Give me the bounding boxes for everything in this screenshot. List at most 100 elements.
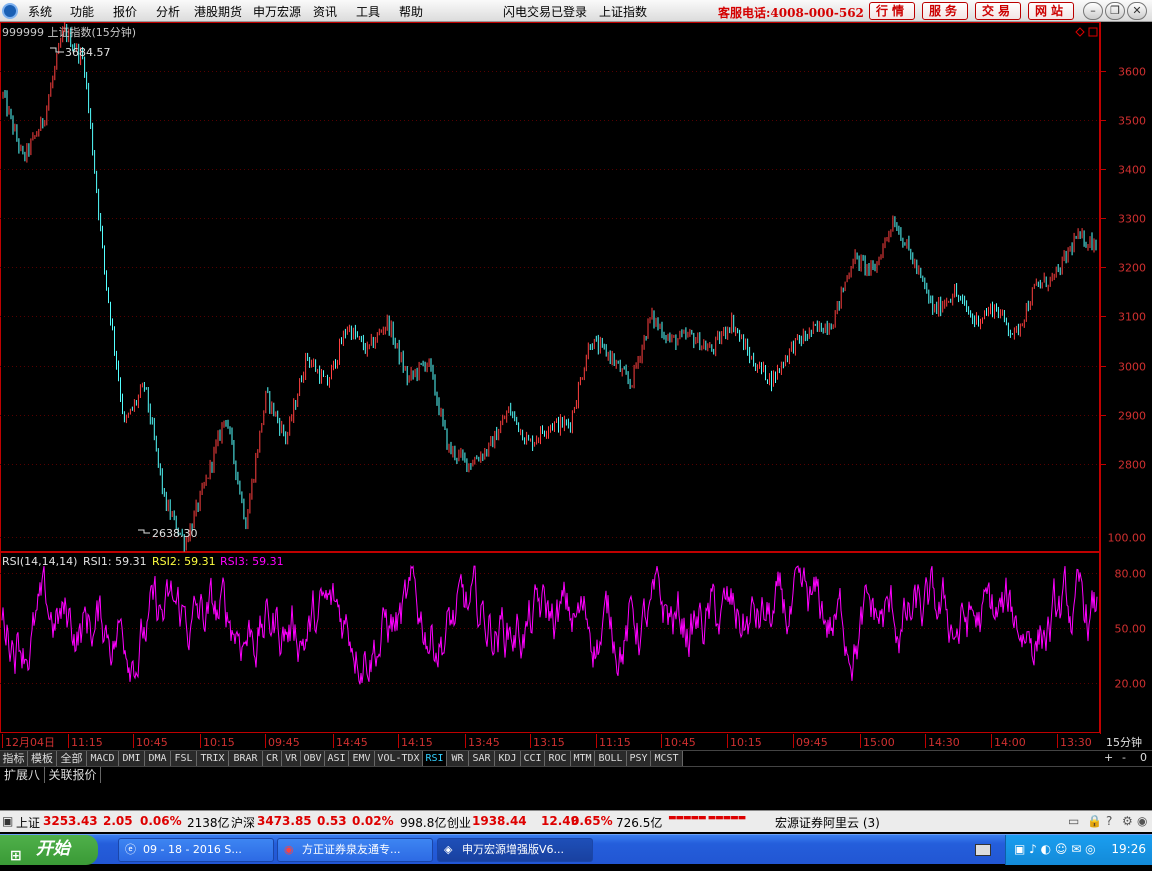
indicator-tab-vr[interactable]: VR <box>282 751 301 767</box>
indicator-tab-mcst[interactable]: MCST <box>651 751 683 767</box>
time-tick-label: 13:30 <box>1060 736 1092 749</box>
start-label: 开始 <box>36 839 70 859</box>
time-tick-label: 10:15 <box>730 736 762 749</box>
time-tick-label: 10:15 <box>203 736 235 749</box>
time-tick-label: 14:30 <box>928 736 960 749</box>
start-button[interactable]: ⊞ 开始 <box>0 835 98 865</box>
time-tick-label: 15:00 <box>863 736 895 749</box>
rsi-tick-label: 20.00 <box>1115 678 1147 691</box>
hs-value: 3473.85 <box>257 814 312 828</box>
indicator-tab-vol-tdx[interactable]: VOL-TDX <box>375 751 423 767</box>
indicator-tab-emv[interactable]: EMV <box>349 751 375 767</box>
hs-amount: 998.8亿 <box>400 816 447 830</box>
indicator-tab-cci[interactable]: CCI <box>521 751 545 767</box>
time-tick-label: 10:45 <box>136 736 168 749</box>
price-tick-label: 3100 <box>1118 311 1146 324</box>
indicator-tab-wr[interactable]: WR <box>447 751 469 767</box>
ticker-menu-icon[interactable]: ▣ <box>2 814 13 828</box>
indicator-tab-trix[interactable]: TRIX <box>197 751 229 767</box>
menu-item-tools[interactable]: 工具 <box>356 3 380 20</box>
close-icon[interactable]: ✕ <box>1127 2 1147 20</box>
time-tick-label: 09:45 <box>268 736 300 749</box>
indicator-tab-dma[interactable]: DMA <box>145 751 171 767</box>
minimize-icon[interactable]: – <box>1083 2 1103 20</box>
tab-related-quotes[interactable]: 关联报价 <box>45 767 101 784</box>
menu-item-swhy[interactable]: 申万宏源 <box>253 3 301 20</box>
sh-value: 3253.43 <box>43 814 98 828</box>
price-tick-label: 3300 <box>1118 213 1146 226</box>
menu-item-quote[interactable]: 报价 <box>113 3 137 20</box>
price-tick-label: 3600 <box>1118 66 1146 79</box>
indicator-tab-psy[interactable]: PSY <box>627 751 651 767</box>
ie-icon: ⓔ <box>125 843 136 856</box>
hs-percent: 0.02% <box>352 814 394 828</box>
time-tick-label: 14:15 <box>401 736 433 749</box>
user-icon[interactable]: ◉ <box>1137 814 1147 828</box>
indicator-tab-全部[interactable]: 全部 <box>57 751 87 767</box>
indicator-tab-kdj[interactable]: KDJ <box>495 751 521 767</box>
indicator-tab-boll[interactable]: BOLL <box>595 751 627 767</box>
zoom-in-button[interactable]: + <box>1104 751 1113 764</box>
service-button[interactable]: 服务 <box>922 2 968 20</box>
trade-button[interactable]: 交易 <box>975 2 1021 20</box>
tray-icons[interactable]: ▣ ♪ ◐ ☺ ✉ ◎ <box>1014 842 1096 856</box>
indicator-tab-指标[interactable]: 指标 <box>0 751 28 767</box>
index-ticker-bar: ▣ 上证 3253.43 2.05 0.06% 2138亿 沪深 3473.85… <box>0 810 1152 832</box>
taskbar-item-fangzheng[interactable]: ◉ 方正证券泉友通专... <box>277 838 433 862</box>
time-tick-label: 10:45 <box>664 736 696 749</box>
tab-extension-8[interactable]: 扩展八 <box>0 767 45 784</box>
menu-item-hk-futures[interactable]: 港股期货 <box>194 3 242 20</box>
menu-item-info[interactable]: 资讯 <box>313 3 337 20</box>
rsi-line <box>1 565 1098 685</box>
menu-item-help[interactable]: 帮助 <box>399 3 423 20</box>
taskbar-item-label: 申万宏源增强版V6... <box>462 843 565 856</box>
zoom-reset-button[interactable]: 0 <box>1140 751 1147 764</box>
chart-canvas[interactable]: 3600 3500 3400 3300 3200 3100 3000 2900 2800 100.… <box>0 22 1152 750</box>
keyboard-icon[interactable] <box>975 844 991 856</box>
settings-icon[interactable]: ⚙ <box>1122 814 1133 828</box>
indicator-tab-cr[interactable]: CR <box>263 751 282 767</box>
period-label[interactable]: 15分钟 <box>1106 735 1142 749</box>
indicator-tab-roc[interactable]: ROC <box>545 751 571 767</box>
time-tick-label: 09:45 <box>796 736 828 749</box>
price-tick-label: 2900 <box>1118 410 1146 423</box>
indicator-tab-dmi[interactable]: DMI <box>119 751 145 767</box>
high-price-label: 3684.57 <box>65 46 111 59</box>
signal-strength-icon: ▬▬▬▬▬ ▬▬▬▬▬ <box>668 813 746 823</box>
indicator-tab-obv[interactable]: OBV <box>301 751 325 767</box>
indicator-tab-brar[interactable]: BRAR <box>229 751 263 767</box>
fangzheng-icon: ◉ <box>284 843 294 856</box>
hs-name: 沪深 <box>231 816 256 830</box>
indicator-tab-rsi[interactable]: RSI <box>423 751 447 767</box>
lock-icon[interactable]: 🔒 <box>1087 814 1102 828</box>
clock: 19:26 <box>1111 842 1146 856</box>
market-button[interactable]: 行情 <box>869 2 915 20</box>
axis-labels: 3600 3500 3400 3300 3200 3100 3000 2900 2800 100.… <box>5 66 1146 750</box>
menu-item-function[interactable]: 功能 <box>70 3 94 20</box>
indicator-tab-bar: 指标 模板 全部 MACD DMI DMA FSL TRIX BRAR CR VR OBV ASI EMV… <box>0 750 1152 767</box>
menu-item-system[interactable]: 系统 <box>28 3 52 20</box>
indicator-tab-macd[interactable]: MACD <box>87 751 119 767</box>
indicator-tab-模板[interactable]: 模板 <box>28 751 57 767</box>
sh-amount: 2138亿 <box>187 816 230 830</box>
low-marker <box>138 529 150 534</box>
rsi-polyline <box>1 565 1098 685</box>
price-tick-label: 3200 <box>1118 262 1146 275</box>
zoom-out-button[interactable]: - <box>1122 751 1126 764</box>
rsi2-value: RSI2: 59.31 <box>152 555 216 568</box>
website-button[interactable]: 网站 <box>1028 2 1074 20</box>
indicator-tab-asi[interactable]: ASI <box>325 751 349 767</box>
restore-icon[interactable]: ❐ <box>1105 2 1125 20</box>
panel-controls-icon[interactable] <box>1075 27 1098 37</box>
taskbar-item-swhy[interactable]: ◈ 申万宏源增强版V6... <box>437 838 593 862</box>
indicator-tab-fsl[interactable]: FSL <box>171 751 197 767</box>
indicator-tab-sar[interactable]: SAR <box>469 751 495 767</box>
help-icon[interactable]: ? <box>1106 814 1112 828</box>
window-icon[interactable]: ▭ <box>1068 814 1079 828</box>
menu-item-analysis[interactable]: 分析 <box>156 3 180 20</box>
taskbar-item-browser[interactable]: ⓔ 09 - 18 - 2016 S... <box>118 838 274 862</box>
rsi1-value: RSI1: 59.31 <box>83 555 147 568</box>
cy-percent: 0.65% <box>571 814 613 828</box>
indicator-tab-mtm[interactable]: MTM <box>571 751 595 767</box>
sh-percent: 0.06% <box>140 814 182 828</box>
